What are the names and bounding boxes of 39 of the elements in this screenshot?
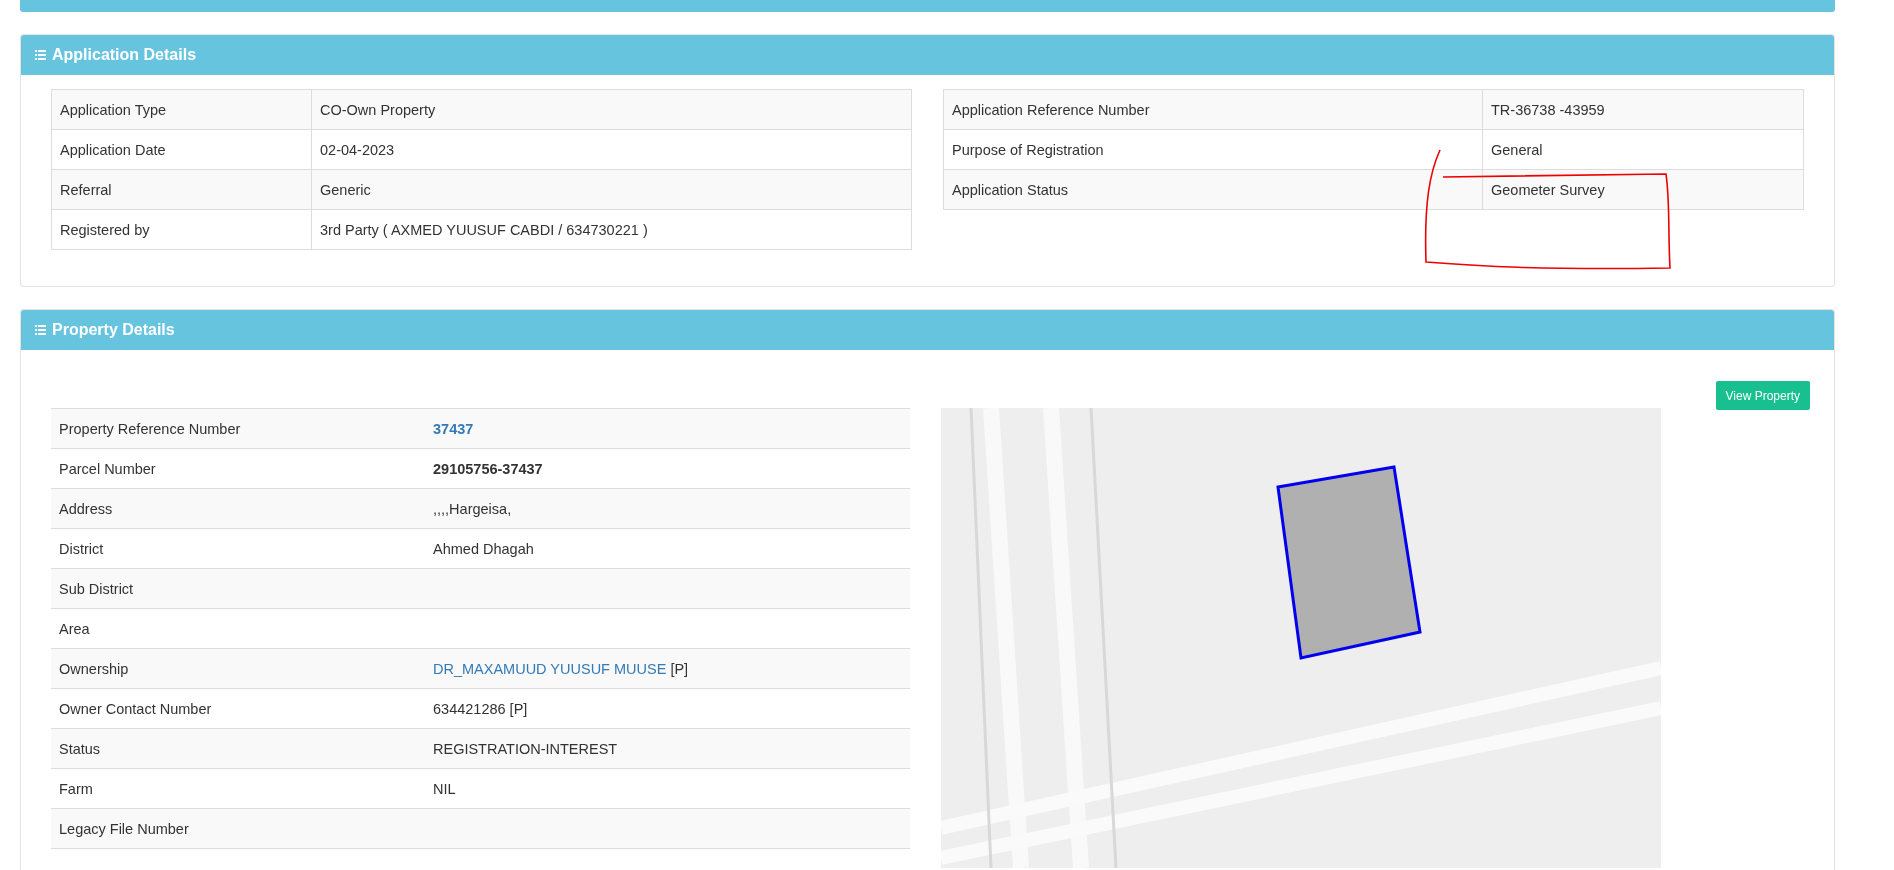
panel-title: Application Details	[52, 46, 197, 64]
owner-type: [P]	[669, 660, 689, 677]
field-value: REGISTRATION-INTEREST	[433, 740, 618, 757]
field-label: Address	[59, 500, 113, 517]
field-label: Property Reference Number	[59, 420, 241, 437]
field-label: Owner Contact Number	[59, 700, 212, 717]
owner-link[interactable]: DR_MAXAMUUD YUUSUF MUUSE	[433, 660, 667, 677]
field-label: Parcel Number	[59, 460, 156, 477]
field-label: Legacy File Number	[59, 820, 189, 837]
field-label: Application Date	[60, 141, 166, 158]
list-icon	[35, 325, 46, 335]
field-label: Purpose of Registration	[952, 141, 1104, 158]
field-label: Application Status	[952, 181, 1069, 198]
field-value: ,,,,Hargeisa,	[433, 500, 512, 517]
field-label: Application Type	[60, 101, 167, 118]
field-value: Generic	[320, 181, 371, 198]
field-label: Registered by	[60, 221, 150, 238]
field-value: CO-Own Property	[320, 101, 436, 118]
field-value: 29105756-37437	[433, 460, 543, 477]
field-value: Geometer Survey	[1491, 181, 1605, 198]
field-value: 02-04-2023	[320, 141, 395, 158]
panel-title: Property Details	[52, 321, 175, 339]
field-value: TR-36738 -43959	[1491, 101, 1605, 118]
field-label: Referral	[60, 181, 112, 198]
field-label: Status	[59, 740, 101, 757]
field-label: District	[59, 540, 104, 557]
field-label: Area	[59, 620, 90, 637]
view-property-button[interactable]: View Property	[1715, 381, 1810, 410]
field-value: 634421286 [P]	[433, 700, 528, 717]
list-icon	[35, 50, 46, 60]
field-label: Farm	[59, 780, 93, 797]
field-value: Ahmed Dhagah	[433, 540, 534, 557]
reference-link[interactable]: 37437	[433, 420, 474, 437]
field-value: 3rd Party ( AXMED YUUSUF CABDI / 634730221 )	[320, 221, 648, 238]
field-value: General	[1491, 141, 1543, 158]
field-value: NIL	[433, 780, 456, 797]
field-label: Application Reference Number	[952, 101, 1150, 118]
field-label: Ownership	[59, 660, 129, 677]
field-label: Sub District	[59, 580, 134, 597]
